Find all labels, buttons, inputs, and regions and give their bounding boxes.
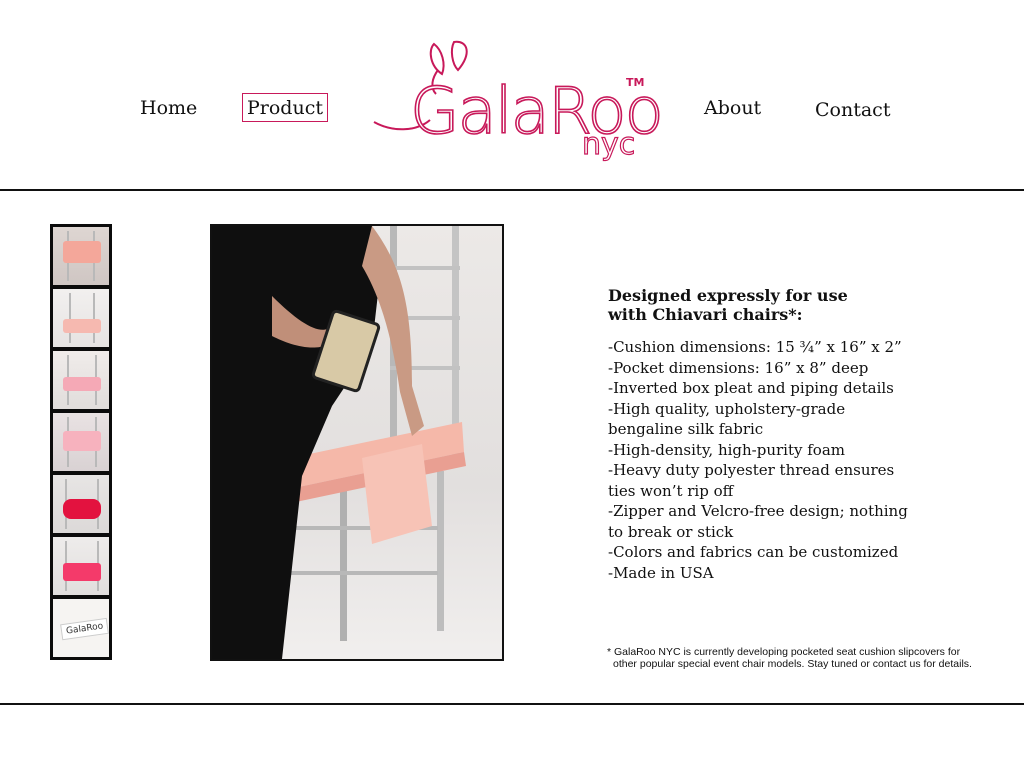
feature-line: -High-density, high-purity foam — [608, 440, 845, 459]
thumbnail-strip: GalaRoo — [50, 224, 112, 660]
headline-line-1: Designed expressly for use — [608, 286, 848, 305]
nav-contact-link[interactable]: Contact — [815, 99, 890, 121]
footnote-line-2: other popular special event chair models… — [613, 658, 972, 670]
chair-photo-illustration — [212, 226, 466, 659]
feature-line: ties won’t rip off — [608, 481, 734, 500]
nav-about-link[interactable]: About — [704, 97, 761, 119]
product-headline: Designed expressly for use with Chiavari… — [608, 286, 908, 324]
feature-line: -Inverted box pleat and piping details — [608, 379, 894, 397]
headline-line-2: with Chiavari chairs*: — [608, 305, 803, 324]
header-divider — [0, 189, 1024, 191]
thumbnail-image[interactable] — [53, 227, 109, 285]
thumbnail-image[interactable] — [53, 413, 109, 471]
feature-line: -Heavy duty polyester thread ensures — [608, 461, 895, 479]
footnote: * GalaRoo NYC is currently developing po… — [607, 646, 1007, 670]
feature-line: bengaline silk fabric — [608, 420, 764, 438]
feature-line: -Made in USA — [608, 563, 714, 582]
thumbnail-label-text: GalaRoo — [60, 617, 109, 641]
feature-line: -Colors and fabrics can be customized — [608, 543, 899, 561]
nav-product-link[interactable]: Product — [242, 93, 328, 122]
thumbnail-image[interactable] — [53, 289, 109, 347]
thumbnail-image[interactable] — [53, 475, 109, 533]
feature-line: -Zipper and Velcro-free design; nothing — [608, 502, 908, 520]
product-photo — [210, 224, 504, 661]
thumbnail-image[interactable] — [53, 537, 109, 595]
galaroo-logo[interactable]: GalaRoo nyc TM — [372, 36, 665, 172]
nav-home-link[interactable]: Home — [140, 97, 197, 119]
feature-line: to break or stick — [608, 522, 734, 541]
feature-list: -Cushion dimensions: 15 ¾” x 16” x 2” -P… — [608, 337, 908, 583]
footer-divider — [0, 703, 1024, 705]
thumbnail-label-image[interactable]: GalaRoo — [53, 599, 109, 657]
thumbnail-image[interactable] — [53, 351, 109, 409]
feature-line: -Pocket dimensions: 16” x 8” deep — [608, 358, 869, 377]
logo-trademark: TM — [626, 76, 645, 89]
logo-nyc: nyc — [581, 127, 636, 162]
footnote-line-1: * GalaRoo NYC is currently developing po… — [607, 646, 961, 658]
feature-line: -High quality, upholstery-grade — [608, 399, 846, 418]
feature-line: -Cushion dimensions: 15 ¾” x 16” x 2” — [608, 338, 902, 356]
